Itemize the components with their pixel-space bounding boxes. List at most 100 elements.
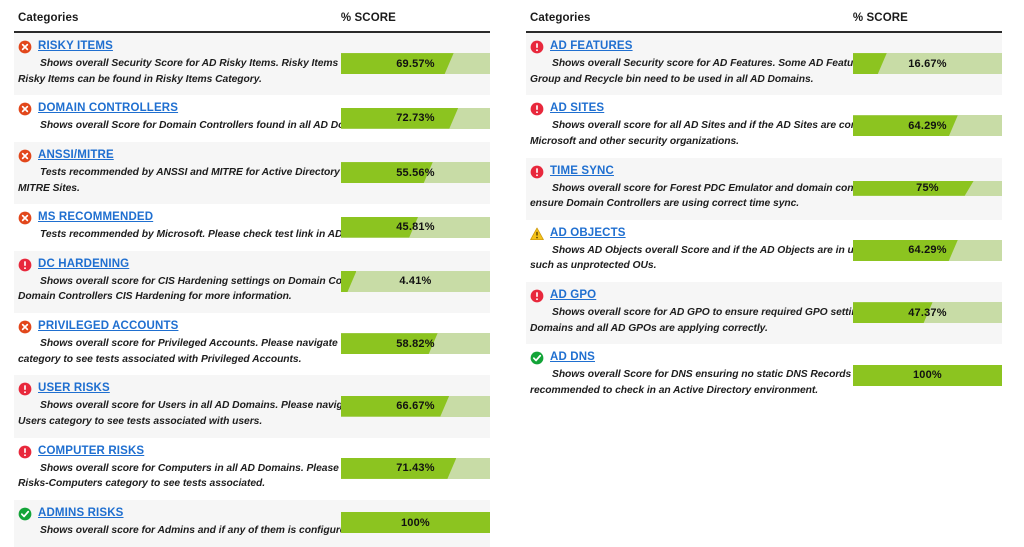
category-cell: AD GPO Shows overall score for AD GPO to … xyxy=(526,282,990,345)
category-header: AD GPO xyxy=(530,289,845,303)
category-header: AD FEATURES xyxy=(530,40,845,54)
alert-circle-icon xyxy=(18,382,32,396)
score-value-label: 100% xyxy=(400,516,430,529)
alert-circle-icon xyxy=(530,40,544,54)
category-header: PRIVILEGED ACCOUNTS xyxy=(18,320,333,334)
category-cell: COMPUTER RISKS Shows overall score for Co… xyxy=(14,437,456,500)
check-circle-icon xyxy=(18,507,32,521)
score-progress-bar: 72.73% xyxy=(340,107,490,129)
category-cell: RISKY ITEMS Shows overall Security Score … xyxy=(14,32,478,96)
category-link[interactable]: AD DNS xyxy=(550,352,595,364)
category-link[interactable]: ANSSI/MITRE xyxy=(38,149,114,162)
error-circle-icon xyxy=(18,320,32,334)
category-link[interactable]: USER RISKS xyxy=(38,383,110,395)
table-row: AD FEATURES Shows overall Security score … xyxy=(526,32,1002,96)
category-header: DC HARDENING xyxy=(18,258,333,272)
category-cell: ADMINS RISKS Shows overall score for Admi… xyxy=(14,499,404,547)
error-circle-icon xyxy=(18,40,32,54)
alert-circle-icon xyxy=(18,258,32,272)
category-cell: AD FEATURES Shows overall Security score … xyxy=(526,32,990,96)
warning-triangle-icon xyxy=(530,227,544,241)
score-dashboard: Categories % SCORE RISKY ITEMS Shows over… xyxy=(0,0,1024,547)
category-header: AD DNS xyxy=(530,351,845,365)
score-value-label: 72.73% xyxy=(396,112,435,125)
category-cell: PRIVILEGED ACCOUNTS Shows overall score f… xyxy=(14,313,451,376)
score-value-label: 69.57% xyxy=(396,57,435,70)
error-circle-icon xyxy=(18,102,32,116)
right-panel: Categories % SCORE AD FEATURES Shows over… xyxy=(512,0,1024,532)
alert-circle-icon xyxy=(530,165,544,179)
score-value-label: 47.37% xyxy=(908,306,947,319)
score-progress-bar: 47.37% xyxy=(852,302,1002,324)
category-header: MS RECOMMENDED xyxy=(18,211,333,225)
table-row: DC HARDENING Shows overall score for CIS … xyxy=(14,250,490,314)
category-header: DOMAIN CONTROLLERS xyxy=(18,102,333,116)
table-row: AD SITES Shows overall score for all AD S… xyxy=(526,95,1002,158)
score-cell: 45.81% xyxy=(332,204,490,251)
table-row: DOMAIN CONTROLLERS Shows overall Score fo… xyxy=(14,95,490,142)
column-header-categories: Categories xyxy=(14,12,333,33)
table-row: ANSSI/MITRE Tests recommended by ANSSI an… xyxy=(14,141,490,205)
score-value-label: 16.67% xyxy=(908,57,947,70)
score-value-label: 64.29% xyxy=(908,119,947,132)
score-progress-bar: 16.67% xyxy=(852,53,1002,75)
category-cell: TIME SYNC Shows overall score for Forest … xyxy=(526,157,990,220)
category-link[interactable]: TIME SYNC xyxy=(550,165,614,178)
table-row: AD DNS Shows overall Score for DNS ensuri… xyxy=(526,344,1002,407)
score-value-label: 45.81% xyxy=(396,221,435,234)
left-panel: Categories % SCORE RISKY ITEMS Shows over… xyxy=(0,0,512,547)
error-circle-icon xyxy=(18,149,32,163)
score-value-label: 100% xyxy=(912,369,942,382)
score-value-label: 66.67% xyxy=(396,400,435,413)
category-link[interactable]: DC HARDENING xyxy=(38,258,129,271)
category-link[interactable]: DOMAIN CONTROLLERS xyxy=(38,103,178,115)
category-cell: DC HARDENING Shows overall score for CIS … xyxy=(14,250,453,314)
score-value-label: 71.43% xyxy=(396,462,435,475)
check-circle-icon xyxy=(530,351,544,365)
category-link[interactable]: MS RECOMMENDED xyxy=(38,212,153,224)
score-value-label: 75% xyxy=(916,182,939,195)
table-body-left: RISKY ITEMS Shows overall Security Score … xyxy=(14,32,490,547)
table-row: AD GPO Shows overall score for AD GPO to … xyxy=(526,282,1002,345)
alert-circle-icon xyxy=(18,445,32,459)
score-progress-bar: 64.29% xyxy=(852,239,1002,261)
category-cell: USER RISKS Shows overall score for Users … xyxy=(14,375,464,438)
category-link[interactable]: COMPUTER RISKS xyxy=(38,445,144,458)
alert-circle-icon xyxy=(530,102,544,116)
category-header: USER RISKS xyxy=(18,382,333,396)
table-header-row: Categories % SCORE xyxy=(14,12,490,33)
category-cell: AD SITES Shows overall score for all AD S… xyxy=(526,95,991,158)
categories-table-left: Categories % SCORE RISKY ITEMS Shows over… xyxy=(14,12,490,547)
table-row: COMPUTER RISKS Shows overall score for Co… xyxy=(14,437,490,500)
categories-table-right: Categories % SCORE AD FEATURES Shows over… xyxy=(526,12,1002,407)
score-value-label: 64.29% xyxy=(908,244,947,257)
category-header: ANSSI/MITRE xyxy=(18,149,333,163)
category-header: AD OBJECTS xyxy=(530,227,845,241)
category-cell: AD DNS Shows overall Score for DNS ensuri… xyxy=(526,344,977,407)
category-header: TIME SYNC xyxy=(530,165,845,179)
category-link[interactable]: AD SITES xyxy=(550,103,604,115)
score-progress-bar: 4.41% xyxy=(340,270,490,292)
error-circle-icon xyxy=(18,211,32,225)
score-value-label: 58.82% xyxy=(396,337,435,350)
category-cell: AD OBJECTS Shows AD Objects overall Score… xyxy=(526,219,987,283)
category-link[interactable]: ADMINS RISKS xyxy=(38,507,124,520)
category-link[interactable]: AD OBJECTS xyxy=(550,227,626,240)
column-header-score: % SCORE xyxy=(332,12,490,33)
score-progress-bar: 71.43% xyxy=(340,457,490,479)
score-progress-bar: 100% xyxy=(852,364,1002,386)
category-link[interactable]: PRIVILEGED ACCOUNTS xyxy=(38,321,178,333)
category-link[interactable]: AD FEATURES xyxy=(550,40,633,53)
column-header-score: % SCORE xyxy=(844,12,1002,33)
score-progress-bar: 45.81% xyxy=(340,216,490,238)
score-progress-bar: 75% xyxy=(852,180,1002,196)
category-link[interactable]: AD GPO xyxy=(550,290,596,302)
category-cell: DOMAIN CONTROLLERS Shows overall Score fo… xyxy=(14,95,440,142)
score-progress-bar: 100% xyxy=(340,512,490,534)
score-progress-bar: 58.82% xyxy=(340,333,490,355)
score-cell: 100% xyxy=(332,499,490,547)
category-header: AD SITES xyxy=(530,102,845,116)
category-link[interactable]: RISKY ITEMS xyxy=(38,40,113,53)
category-cell: MS RECOMMENDED Tests recommended by Micro… xyxy=(14,204,482,251)
table-row: USER RISKS Shows overall score for Users … xyxy=(14,375,490,438)
